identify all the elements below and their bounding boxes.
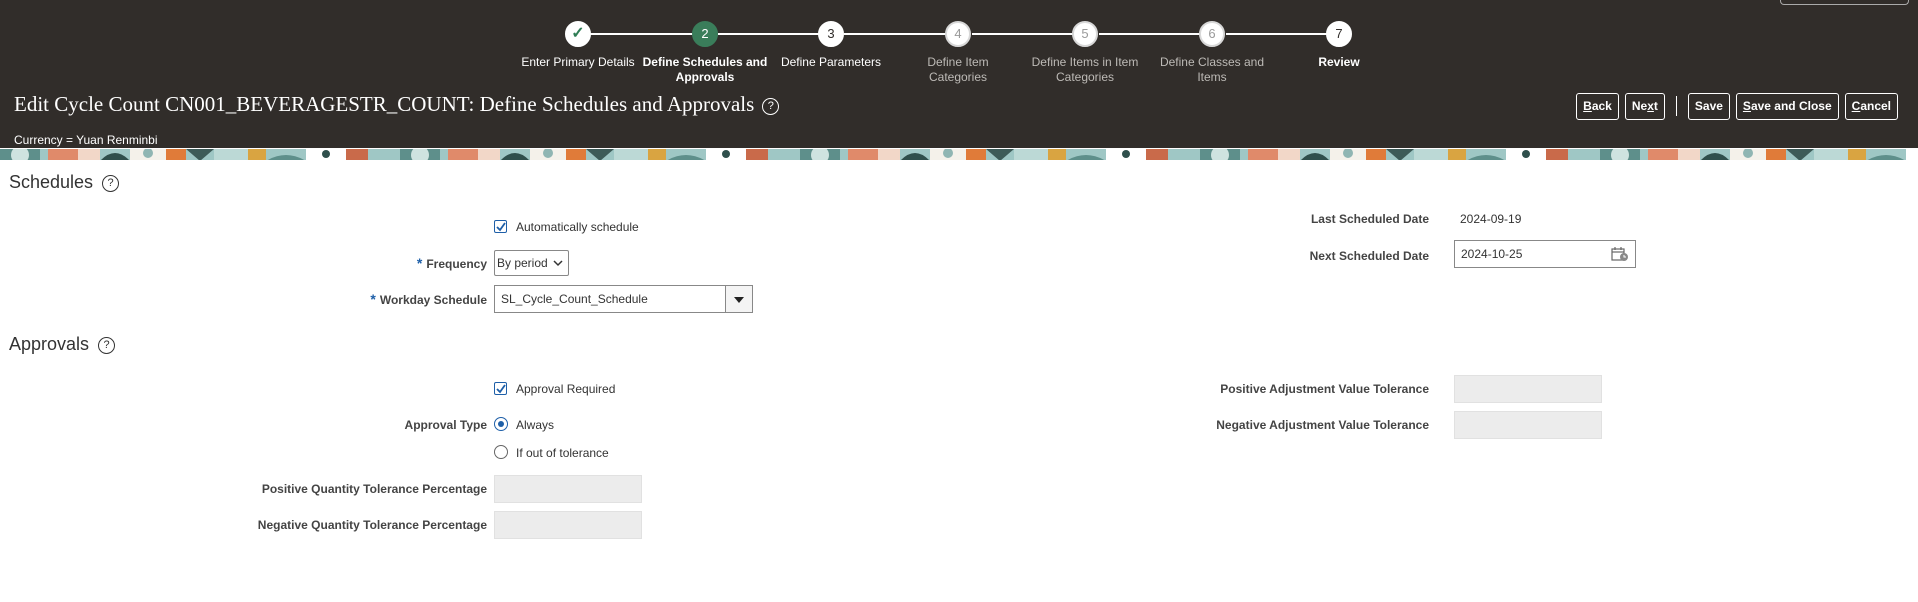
checkmark-icon[interactable]: ✓ xyxy=(565,21,591,47)
train-step-label: Define Item Categories xyxy=(927,55,989,84)
negative-adjustment-tolerance-field xyxy=(1454,411,1602,439)
automatically-schedule-checkbox[interactable] xyxy=(494,220,507,233)
approval-type-always-radio[interactable] xyxy=(494,417,508,431)
currency-info: Currency = Yuan Renminbi xyxy=(14,133,158,147)
save-and-close-button[interactable]: Save and Close xyxy=(1735,92,1839,120)
approval-type-label: Approval Type xyxy=(404,418,487,432)
train-step-label: Enter Primary Details xyxy=(521,55,635,69)
next-scheduled-date-label: Next Scheduled Date xyxy=(1309,249,1429,263)
last-scheduled-date-value: 2024-09-19 xyxy=(1460,212,1522,226)
train-step-label: Define Parameters xyxy=(780,55,882,69)
positive-adjustment-tolerance-label: Positive Adjustment Value Tolerance xyxy=(1220,382,1429,396)
page-title: Edit Cycle Count CN001_BEVERAGESTR_COUNT… xyxy=(14,92,780,117)
negative-quantity-tolerance-label: Negative Quantity Tolerance Percentage xyxy=(257,518,487,532)
header-actions: Back Next Save Save and Close Cancel xyxy=(1576,92,1898,120)
help-icon[interactable]: ? xyxy=(762,97,780,115)
approval-type-always-label: Always xyxy=(516,418,555,432)
next-scheduled-date-input[interactable]: 2024-10-25 xyxy=(1454,240,1636,268)
page-title-text: Edit Cycle Count CN001_BEVERAGESTR_COUNT… xyxy=(14,92,755,116)
toolbar-separator xyxy=(1675,96,1677,116)
banner-pattern-icon xyxy=(0,148,1918,160)
train-step-number[interactable]: 3 xyxy=(818,21,844,47)
workday-schedule-label: * Workday Schedule xyxy=(370,291,487,307)
back-button[interactable]: Back xyxy=(1576,92,1619,120)
train-step-define-parameters[interactable]: 3 Define Parameters xyxy=(767,21,895,70)
automatically-schedule-label: Automatically schedule xyxy=(516,220,639,234)
calendar-icon[interactable] xyxy=(1611,246,1629,262)
approval-required-checkbox[interactable] xyxy=(494,382,507,395)
approval-required-label: Approval Required xyxy=(516,382,616,396)
negative-adjustment-tolerance-label: Negative Adjustment Value Tolerance xyxy=(1216,418,1429,432)
schedules-section-title: Schedules? xyxy=(9,172,120,193)
process-train: ✓ Enter Primary Details 2 Define Schedul… xyxy=(0,18,1918,88)
train-step-define-classes-and-items: 6 Define Classes and Items xyxy=(1148,21,1276,85)
train-step-number: 6 xyxy=(1199,21,1225,47)
decorative-banner xyxy=(0,148,1918,160)
checkmark-icon xyxy=(496,384,506,394)
train-step-define-item-categories: 4 Define Item Categories xyxy=(894,21,1022,85)
train-step-label: Define Items in Item Categories xyxy=(1031,55,1139,84)
train-step-label: Review xyxy=(1318,55,1360,69)
cancel-button[interactable]: Cancel xyxy=(1844,92,1898,120)
train-step-label: Define Schedules and Approvals xyxy=(642,55,768,84)
train-step-label: Define Classes and Items xyxy=(1159,55,1265,84)
positive-quantity-tolerance-field xyxy=(494,475,642,503)
help-icon[interactable]: ? xyxy=(98,336,116,354)
frequency-select[interactable]: By period xyxy=(494,250,569,276)
train-step-number[interactable]: 2 xyxy=(692,21,718,47)
dropdown-arrow-icon[interactable] xyxy=(725,286,752,312)
chevron-down-icon xyxy=(553,260,563,267)
train-step-number: 4 xyxy=(945,21,971,47)
train-step-define-schedules[interactable]: 2 Define Schedules and Approvals xyxy=(641,21,769,85)
train-step-define-items-in-item-categories: 5 Define Items in Item Categories xyxy=(1021,21,1149,85)
next-button[interactable]: Next xyxy=(1624,92,1665,120)
last-scheduled-date-label: Last Scheduled Date xyxy=(1310,212,1429,226)
train-step-number: 5 xyxy=(1072,21,1098,47)
negative-quantity-tolerance-field xyxy=(494,511,642,539)
approval-type-out-of-tolerance-radio[interactable] xyxy=(494,445,508,459)
frequency-label: * Frequency xyxy=(416,255,487,271)
page-header: ✓ Enter Primary Details 2 Define Schedul… xyxy=(0,0,1918,148)
train-step-number[interactable]: 7 xyxy=(1326,21,1352,47)
approvals-section-title: Approvals? xyxy=(9,334,116,355)
approval-type-out-of-tolerance-label: If out of tolerance xyxy=(516,446,609,460)
top-menu-stub[interactable] xyxy=(1780,0,1909,5)
save-button[interactable]: Save xyxy=(1687,92,1730,120)
positive-quantity-tolerance-label: Positive Quantity Tolerance Percentage xyxy=(261,482,487,496)
positive-adjustment-tolerance-field xyxy=(1454,375,1602,403)
checkmark-icon xyxy=(496,222,506,232)
workday-schedule-combobox[interactable]: SL_Cycle_Count_Schedule xyxy=(494,285,753,313)
help-icon[interactable]: ? xyxy=(102,174,120,192)
train-step-review[interactable]: 7 Review xyxy=(1275,21,1403,70)
train-step-enter-primary-details[interactable]: ✓ Enter Primary Details xyxy=(514,21,642,70)
